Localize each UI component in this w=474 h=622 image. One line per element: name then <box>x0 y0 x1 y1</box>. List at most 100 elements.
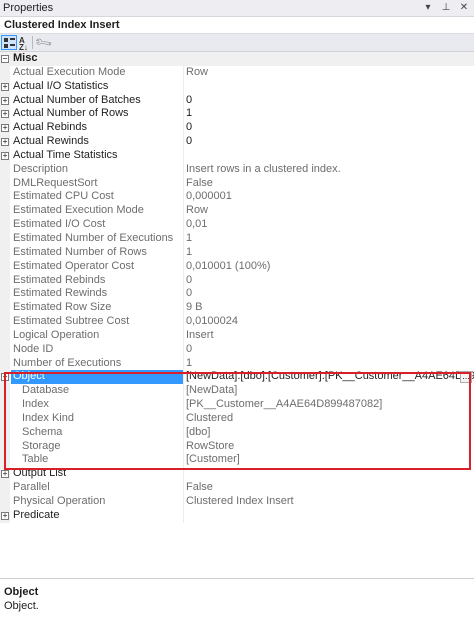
property-name: Estimated CPU Cost <box>13 190 114 203</box>
property-row[interactable]: + Actual Time Statistics <box>0 148 474 163</box>
property-name: Index <box>22 398 49 411</box>
property-row[interactable]: Table [Customer] <box>0 453 474 468</box>
property-value: 0,0100024 <box>186 315 238 328</box>
property-row[interactable]: − Object [NewData].[dbo].[Customer].[PK__C… <box>0 370 474 385</box>
expand-icon[interactable]: + <box>1 82 9 91</box>
column-divider <box>183 384 184 399</box>
expand-icon[interactable]: + <box>1 138 9 147</box>
property-name: Predicate <box>13 508 60 521</box>
property-row[interactable]: Description Insert rows in a clustered in… <box>0 162 474 177</box>
object-selector[interactable]: Clustered Index Insert <box>0 17 474 34</box>
property-row[interactable]: + Actual Rebinds 0 <box>0 121 474 136</box>
property-row[interactable]: Parallel False <box>0 481 474 495</box>
property-value: False <box>186 481 213 494</box>
property-name: Schema <box>22 425 63 438</box>
expand-icon[interactable]: + <box>1 511 9 520</box>
property-row[interactable]: Estimated Subtree Cost 0,0100024 <box>0 315 474 329</box>
property-value: Row <box>186 65 209 78</box>
property-name: Estimated Number of Executions <box>13 231 174 244</box>
column-divider <box>183 398 184 412</box>
expand-icon[interactable]: + <box>1 124 9 133</box>
property-row[interactable]: Actual Execution Mode Row <box>0 65 474 80</box>
property-row[interactable]: + Actual I/O Statistics <box>0 79 474 94</box>
property-row[interactable]: Estimated Row Size 9 B <box>0 301 474 316</box>
property-row[interactable]: Estimated Number of Rows 1 <box>0 245 474 260</box>
row-gutter <box>0 287 10 302</box>
row-gutter <box>0 245 10 260</box>
property-name: Logical Operation <box>13 328 100 341</box>
expand-icon[interactable]: + <box>1 96 9 105</box>
column-divider <box>183 93 184 108</box>
property-name: Estimated Subtree Cost <box>13 315 130 328</box>
property-value: Insert rows in a clustered index. <box>186 162 341 175</box>
property-row[interactable]: + Actual Number of Rows 1 <box>0 107 474 122</box>
expand-icon[interactable]: + <box>1 470 9 479</box>
row-gutter <box>0 411 10 426</box>
row-gutter <box>0 398 10 412</box>
property-row[interactable]: + Output List <box>0 467 474 482</box>
property-row[interactable]: Logical Operation Insert <box>0 328 474 343</box>
property-value: [NewData] <box>186 384 238 397</box>
property-name: Actual Rewinds <box>13 135 89 148</box>
property-value: 1 <box>186 356 193 369</box>
property-value: 1 <box>186 231 193 244</box>
column-divider <box>183 162 184 177</box>
property-row[interactable]: Index [PK__Customer__A4AE64D899487082] <box>0 398 474 412</box>
property-row[interactable]: Database [NewData] <box>0 384 474 399</box>
property-value <box>186 149 474 163</box>
column-divider <box>183 273 184 288</box>
column-divider <box>183 495 184 509</box>
close-icon[interactable]: ✕ <box>458 1 470 15</box>
property-name: Actual Number of Batches <box>13 93 141 106</box>
property-row[interactable]: + Actual Rewinds 0 <box>0 135 474 149</box>
column-divider <box>183 467 184 482</box>
row-gutter <box>0 65 10 80</box>
ellipsis-button[interactable]: ... <box>460 371 472 384</box>
property-row[interactable]: Estimated Number of Executions 1 <box>0 231 474 246</box>
property-row[interactable]: Estimated Execution Mode Row <box>0 204 474 219</box>
collapse-icon[interactable]: − <box>1 55 9 63</box>
row-gutter <box>0 425 10 440</box>
column-divider <box>183 79 184 94</box>
properties-toolbar: A Z↓ 🔧︎ <box>0 33 474 53</box>
property-row[interactable]: Schema [dbo] <box>0 425 474 440</box>
property-row[interactable]: Estimated Rebinds 0 <box>0 273 474 288</box>
expand-icon[interactable]: + <box>1 151 9 160</box>
alphabetical-icon: A Z↓ <box>19 36 28 52</box>
property-row[interactable]: Estimated Operator Cost 0,010001 (100%) <box>0 259 474 274</box>
property-name: Number of Executions <box>13 356 122 369</box>
column-divider <box>183 508 184 523</box>
categorized-button[interactable] <box>1 35 17 50</box>
row-gutter <box>0 384 10 399</box>
property-value <box>186 467 474 481</box>
property-name: Database <box>22 384 70 397</box>
property-value: Row <box>186 204 209 217</box>
property-name: Actual I/O Statistics <box>13 79 109 92</box>
collapse-icon[interactable]: − <box>1 373 9 382</box>
row-gutter <box>0 273 10 288</box>
property-pages-button[interactable]: 🔧︎ <box>33 33 54 53</box>
column-divider <box>183 370 184 385</box>
property-row[interactable]: Number of Executions 1 <box>0 356 474 371</box>
property-row[interactable]: + Predicate <box>0 508 474 523</box>
property-row[interactable]: Node ID 0 <box>0 342 474 357</box>
dropdown-icon[interactable]: ▾ <box>422 1 434 15</box>
property-row[interactable]: Estimated Rewinds 0 <box>0 287 474 302</box>
property-row[interactable]: DMLRequestSort False <box>0 176 474 191</box>
property-row[interactable]: Estimated CPU Cost 0,000001 <box>0 190 474 205</box>
object-title: Clustered Index Insert <box>4 19 120 31</box>
category-row[interactable]: − Misc <box>0 52 474 66</box>
property-name: Estimated I/O Cost <box>13 218 106 231</box>
pin-icon[interactable]: ⊥ <box>440 1 452 15</box>
property-value: 0,000001 <box>186 190 232 203</box>
property-row[interactable]: + Actual Number of Batches 0 <box>0 93 474 108</box>
property-row[interactable]: Index Kind Clustered <box>0 411 474 426</box>
expand-icon[interactable]: + <box>1 110 9 119</box>
alphabetical-button[interactable]: A Z↓ <box>16 35 32 52</box>
column-divider <box>183 259 184 274</box>
property-name: Estimated Row Size <box>13 301 112 314</box>
property-row[interactable]: Estimated I/O Cost 0,01 <box>0 218 474 232</box>
property-row[interactable]: Storage RowStore <box>0 439 474 454</box>
property-row[interactable]: Physical Operation Clustered Index Insert <box>0 495 474 509</box>
property-value: [NewData].[dbo].[Customer].[PK__Customer… <box>186 370 474 383</box>
